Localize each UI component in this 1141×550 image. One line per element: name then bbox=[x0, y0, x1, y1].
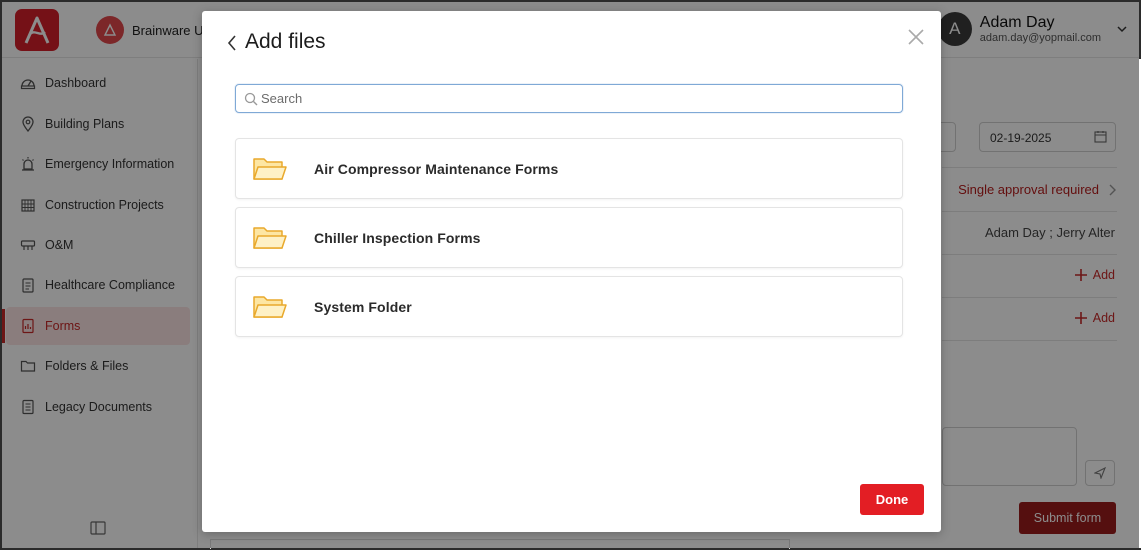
folder-icon bbox=[253, 227, 287, 249]
folder-name: Air Compressor Maintenance Forms bbox=[314, 161, 559, 177]
folder-item[interactable]: Air Compressor Maintenance Forms bbox=[235, 138, 903, 199]
close-icon bbox=[908, 29, 924, 45]
folder-name: Chiller Inspection Forms bbox=[314, 230, 481, 246]
folder-item[interactable]: System Folder bbox=[235, 276, 903, 337]
search-input[interactable] bbox=[261, 85, 891, 112]
back-button[interactable] bbox=[222, 33, 242, 53]
folder-list: Air Compressor Maintenance Forms Chiller… bbox=[235, 138, 903, 345]
search-box bbox=[235, 84, 903, 113]
dialog-title: Add files bbox=[245, 30, 326, 53]
folder-name: System Folder bbox=[314, 299, 412, 315]
add-files-dialog: Add files Air Compressor Maintenance For… bbox=[202, 11, 941, 532]
chevron-left-icon bbox=[227, 35, 236, 51]
close-button[interactable] bbox=[905, 26, 927, 48]
folder-icon bbox=[253, 158, 287, 180]
done-button[interactable]: Done bbox=[860, 484, 924, 515]
folder-icon bbox=[253, 296, 287, 318]
search-icon bbox=[244, 92, 258, 106]
folder-item[interactable]: Chiller Inspection Forms bbox=[235, 207, 903, 268]
